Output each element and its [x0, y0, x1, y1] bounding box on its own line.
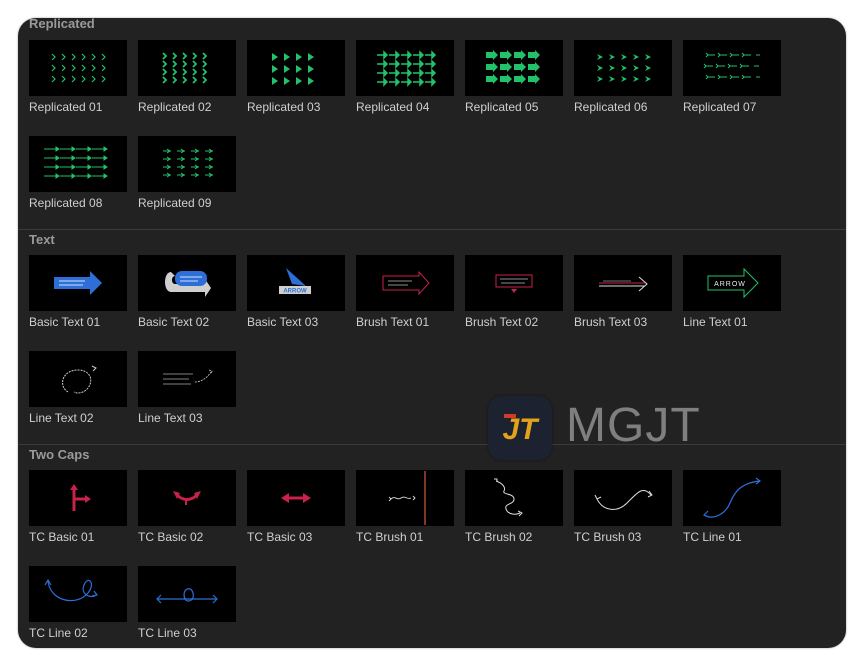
tile-label: Replicated 09	[138, 196, 212, 210]
tile-line-text-03[interactable]: Line Text 03	[138, 351, 238, 427]
thumbnail-tc-basic-03	[247, 470, 345, 526]
effects-browser-panel: Replicated Replicated 01 Replicated 02 R…	[18, 18, 846, 648]
tile-brush-text-03[interactable]: Brush Text 03	[574, 255, 674, 331]
tile-label: Replicated 07	[683, 100, 757, 114]
thumbnail-replicated-07	[683, 40, 781, 96]
section-divider	[18, 229, 846, 230]
thumbnail-line-text-01: ARROW	[683, 255, 781, 311]
thumbnail-basic-text-03: ARROW	[247, 255, 345, 311]
tile-basic-text-03[interactable]: ARROW Basic Text 03	[247, 255, 347, 331]
thumbnail-replicated-05	[465, 40, 563, 96]
tile-tc-line-02[interactable]: TC Line 02	[29, 566, 129, 642]
thumbnail-replicated-01	[29, 40, 127, 96]
thumbnail-replicated-09	[138, 136, 236, 192]
tile-label: Replicated 02	[138, 100, 212, 114]
tile-replicated-06[interactable]: Replicated 06	[574, 40, 674, 116]
thumbnail-replicated-08	[29, 136, 127, 192]
tile-basic-text-01[interactable]: Basic Text 01	[29, 255, 129, 331]
tile-label: TC Brush 02	[465, 530, 533, 544]
thumbnail-tc-basic-01	[29, 470, 127, 526]
tile-tc-basic-03[interactable]: TC Basic 03	[247, 470, 347, 546]
tile-label: Brush Text 02	[465, 315, 539, 329]
tile-label: TC Line 03	[138, 626, 197, 640]
thumbnail-replicated-02	[138, 40, 236, 96]
tile-tc-brush-01[interactable]: TC Brush 01	[356, 470, 456, 546]
tile-tc-line-03[interactable]: TC Line 03	[138, 566, 238, 642]
tile-label: TC Basic 02	[138, 530, 204, 544]
thumbnail-brush-text-03	[574, 255, 672, 311]
tile-line-text-01[interactable]: ARROW Line Text 01	[683, 255, 783, 331]
tile-label: Basic Text 02	[138, 315, 210, 329]
tile-replicated-07[interactable]: Replicated 07	[683, 40, 783, 116]
tile-tc-brush-03[interactable]: TC Brush 03	[574, 470, 674, 546]
tile-label: Replicated 05	[465, 100, 539, 114]
tile-tc-line-01[interactable]: TC Line 01	[683, 470, 783, 546]
thumbnail-line-text-03	[138, 351, 236, 407]
tile-label: Brush Text 01	[356, 315, 430, 329]
tile-line-text-02[interactable]: Line Text 02	[29, 351, 129, 427]
thumbnail-replicated-06	[574, 40, 672, 96]
tile-label: Basic Text 01	[29, 315, 101, 329]
tile-brush-text-01[interactable]: Brush Text 01	[356, 255, 456, 331]
tile-label: Line Text 03	[138, 411, 203, 425]
section-title-replicated: Replicated	[29, 18, 95, 31]
tile-tc-brush-02[interactable]: TC Brush 02	[465, 470, 565, 546]
tile-label: TC Line 02	[29, 626, 88, 640]
tile-label: Brush Text 03	[574, 315, 648, 329]
thumbnail-replicated-04	[356, 40, 454, 96]
thumbnail-brush-text-01	[356, 255, 454, 311]
thumbnail-tc-brush-01	[356, 470, 454, 526]
watermark: JT MGJT	[488, 394, 708, 464]
thumbnail-tc-line-01	[683, 470, 781, 526]
tile-label: Replicated 03	[247, 100, 321, 114]
watermark-text: MGJT	[566, 399, 701, 452]
watermark-logo: JT	[488, 396, 552, 460]
thumbnail-tc-brush-03	[574, 470, 672, 526]
tile-label: Replicated 06	[574, 100, 648, 114]
tile-label: Replicated 08	[29, 196, 103, 210]
thumbnail-brush-text-02	[465, 255, 563, 311]
tile-tc-basic-01[interactable]: TC Basic 01	[29, 470, 129, 546]
tile-label: TC Brush 03	[574, 530, 642, 544]
thumbnail-tc-line-02	[29, 566, 127, 622]
tile-label: Line Text 01	[683, 315, 748, 329]
tile-label: TC Basic 03	[247, 530, 313, 544]
tile-label: TC Line 01	[683, 530, 742, 544]
tile-label: TC Brush 01	[356, 530, 424, 544]
tile-label: Replicated 04	[356, 100, 430, 114]
tile-label: Basic Text 03	[247, 315, 319, 329]
thumbnail-basic-text-01	[29, 255, 127, 311]
thumbnail-tc-line-03	[138, 566, 236, 622]
section-title-two-caps: Two Caps	[29, 447, 90, 462]
section-title-text: Text	[29, 232, 55, 247]
thumbnail-basic-text-02	[138, 255, 236, 311]
tile-label: Replicated 01	[29, 100, 103, 114]
thumbnail-arrow-word: ARROW	[283, 289, 307, 295]
tile-basic-text-02[interactable]: Basic Text 02	[138, 255, 238, 331]
thumbnail-tc-brush-02	[465, 470, 563, 526]
tile-replicated-09[interactable]: Replicated 09	[138, 136, 238, 212]
tile-label: Line Text 02	[29, 411, 94, 425]
section-divider	[18, 444, 846, 445]
tile-replicated-02[interactable]: Replicated 02	[138, 40, 238, 116]
thumbnail-replicated-03	[247, 40, 345, 96]
thumbnail-line-text-02	[29, 351, 127, 407]
thumbnail-tc-basic-02	[138, 470, 236, 526]
tile-brush-text-02[interactable]: Brush Text 02	[465, 255, 565, 331]
thumbnail-arrow-word-outline: ARROW	[714, 281, 746, 288]
tile-replicated-04[interactable]: Replicated 04	[356, 40, 456, 116]
tile-replicated-08[interactable]: Replicated 08	[29, 136, 129, 212]
tile-replicated-01[interactable]: Replicated 01	[29, 40, 129, 116]
tile-replicated-05[interactable]: Replicated 05	[465, 40, 565, 116]
tile-replicated-03[interactable]: Replicated 03	[247, 40, 347, 116]
tile-label: TC Basic 01	[29, 530, 95, 544]
tile-tc-basic-02[interactable]: TC Basic 02	[138, 470, 238, 546]
